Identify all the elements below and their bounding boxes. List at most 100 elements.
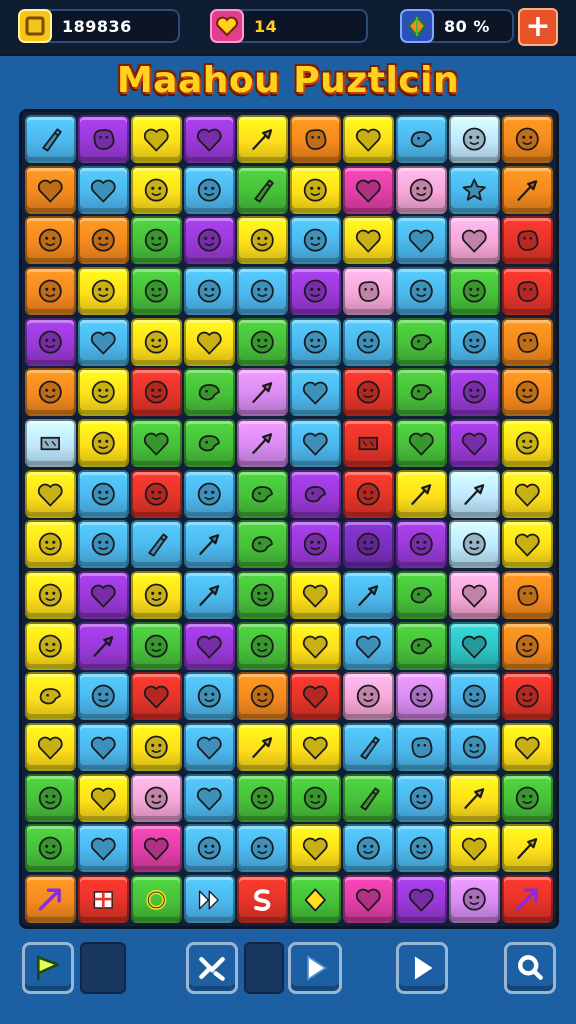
tile-face[interactable] [25, 773, 76, 822]
tile-face[interactable] [290, 216, 341, 265]
tile-face[interactable] [343, 672, 394, 721]
tile-play[interactable] [184, 874, 235, 923]
tile-star[interactable] [449, 165, 500, 214]
tile-heart[interactable] [396, 874, 447, 923]
tile-heart[interactable] [343, 621, 394, 670]
tile-face[interactable] [449, 672, 500, 721]
tile-face[interactable] [131, 722, 182, 772]
tile-heart[interactable] [449, 216, 500, 265]
tile-heart[interactable] [184, 317, 235, 366]
tile-face[interactable] [502, 368, 553, 417]
tile-face[interactable] [184, 469, 235, 518]
tile-face[interactable] [131, 469, 182, 518]
tile-tool[interactable] [449, 469, 500, 518]
tile-heart[interactable] [290, 368, 341, 417]
tile-tool[interactable] [396, 469, 447, 518]
tile-heart[interactable] [396, 216, 447, 265]
tile-heart[interactable] [25, 469, 76, 518]
tile-heart[interactable] [131, 115, 182, 164]
tile-blob[interactable] [343, 266, 394, 316]
tile-blob[interactable] [502, 317, 553, 366]
tile-bird[interactable] [396, 115, 447, 164]
tile-tool[interactable] [449, 773, 500, 822]
tile-face[interactable] [290, 773, 341, 822]
tile-heart[interactable] [78, 165, 129, 214]
tile-face[interactable] [25, 520, 76, 569]
tile-face[interactable] [184, 824, 235, 873]
tile-face[interactable] [449, 266, 500, 316]
tile-heart[interactable] [449, 570, 500, 620]
tile-bird[interactable] [237, 469, 288, 518]
tile-heart[interactable] [78, 773, 129, 822]
tile-blob[interactable] [290, 115, 341, 164]
tile-heart[interactable] [131, 672, 182, 721]
tile-heart[interactable] [78, 722, 129, 772]
tile-heart[interactable] [131, 418, 182, 468]
tile-face[interactable] [449, 317, 500, 366]
tile-face[interactable] [396, 672, 447, 721]
tile-face[interactable] [131, 317, 182, 366]
tile-heart[interactable] [25, 722, 76, 772]
tile-bird[interactable] [237, 520, 288, 569]
tile-face[interactable] [290, 520, 341, 569]
tile-face[interactable] [290, 317, 341, 366]
tile-face[interactable] [25, 570, 76, 620]
tile-bird[interactable] [184, 368, 235, 417]
tile-face[interactable] [290, 165, 341, 214]
tile-heart[interactable] [290, 570, 341, 620]
tile-face[interactable] [237, 317, 288, 366]
tile-bird[interactable] [396, 570, 447, 620]
tile-face[interactable] [237, 570, 288, 620]
tile-bird[interactable] [184, 418, 235, 468]
tile-face[interactable] [25, 317, 76, 366]
tile-face[interactable] [502, 621, 553, 670]
tile-blob[interactable] [78, 115, 129, 164]
tile-heart[interactable] [184, 621, 235, 670]
tile-face[interactable] [78, 418, 129, 468]
tile-heart[interactable] [396, 418, 447, 468]
tile-face[interactable] [449, 368, 500, 417]
tile-heart[interactable] [25, 165, 76, 214]
tile-tool[interactable] [78, 621, 129, 670]
tile-heart[interactable] [449, 418, 500, 468]
tile-arrow[interactable] [25, 874, 76, 923]
tile-bottle[interactable] [343, 773, 394, 822]
tile-heart[interactable] [343, 874, 394, 923]
tile-heart[interactable] [502, 469, 553, 518]
tile-arrow[interactable] [502, 874, 553, 923]
tile-face[interactable] [78, 469, 129, 518]
tile-flag[interactable] [25, 418, 76, 468]
tile-bird[interactable] [290, 469, 341, 518]
tile-bottle[interactable] [343, 722, 394, 772]
tile-flag[interactable] [343, 418, 394, 468]
tile-face[interactable] [184, 216, 235, 265]
shuffle-button[interactable] [186, 942, 238, 994]
tile-face[interactable] [502, 115, 553, 164]
tile-face[interactable] [184, 266, 235, 316]
tile-face[interactable] [343, 368, 394, 417]
tile-blob[interactable] [502, 570, 553, 620]
tile-face[interactable] [78, 368, 129, 417]
tile-swirl[interactable] [237, 874, 288, 923]
tile-face[interactable] [25, 266, 76, 316]
tile-face[interactable] [290, 266, 341, 316]
add-currency-button[interactable]: + [518, 8, 558, 46]
tile-face[interactable] [449, 874, 500, 923]
tile-face[interactable] [396, 824, 447, 873]
tile-heart[interactable] [449, 824, 500, 873]
tile-face[interactable] [131, 165, 182, 214]
tile-face[interactable] [131, 773, 182, 822]
tile-blob[interactable] [502, 216, 553, 265]
tile-heart[interactable] [131, 824, 182, 873]
tile-tool[interactable] [237, 115, 288, 164]
tile-face[interactable] [502, 418, 553, 468]
tile-heart[interactable] [184, 773, 235, 822]
tile-tool[interactable] [502, 824, 553, 873]
tile-face[interactable] [343, 520, 394, 569]
tile-face[interactable] [78, 520, 129, 569]
tile-face[interactable] [343, 469, 394, 518]
tile-heart[interactable] [290, 824, 341, 873]
tile-face[interactable] [25, 824, 76, 873]
tile-ring[interactable] [131, 874, 182, 923]
tile-heart[interactable] [184, 722, 235, 772]
